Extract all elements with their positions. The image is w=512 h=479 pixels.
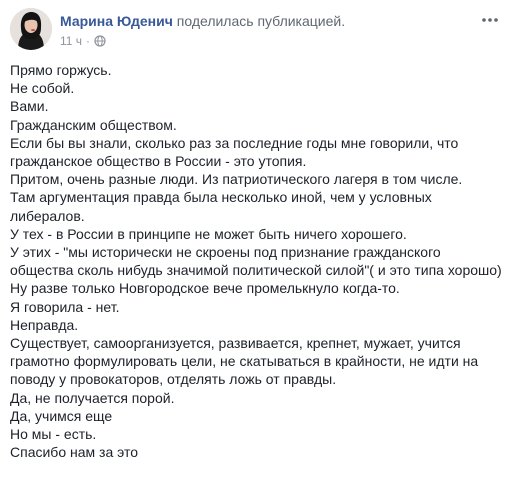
post-text-line: Я говорила - нет.: [10, 298, 120, 315]
post-timestamp[interactable]: 11 ч: [60, 34, 82, 48]
post-text-line: Не собой.: [10, 80, 75, 97]
post-text-line: Там аргументация правда была несколько и…: [10, 189, 432, 206]
post-text-line: грамотно формулировать цели, не скатыват…: [10, 353, 479, 370]
post-header: Марина Юденич поделилась публикацией. 11…: [10, 8, 502, 52]
post-text-line: поводу у провокаторов, отделять ложь от …: [10, 371, 337, 388]
post-text-line: Да, не получается порой.: [10, 389, 175, 406]
post-meta: 11 ч ·: [60, 34, 345, 48]
post-text-line: Неправда.: [10, 316, 79, 333]
more-horizontal-icon: [482, 18, 498, 22]
post-text-line: Спасибо нам за это: [10, 444, 138, 461]
post-text-line: Но мы - есть.: [10, 426, 97, 443]
post-text-line: Вами.: [10, 98, 49, 115]
post-text-line: Гражданским обществом.: [10, 116, 177, 133]
post-text-line: Если бы вы знали, сколько раз за последн…: [10, 134, 459, 151]
post-text-line: Ну разве только Новгородское вече промел…: [10, 280, 400, 297]
author-line: Марина Юденич поделилась публикацией.: [60, 12, 345, 30]
post-text-line: Притом, очень разные люди. Из патриотиче…: [10, 171, 463, 188]
globe-icon[interactable]: [94, 35, 106, 47]
header-text: Марина Юденич поделилась публикацией. 11…: [60, 12, 345, 48]
post-text-line: общества сколь нибудь значимой политичес…: [10, 262, 502, 279]
more-options-button[interactable]: [480, 12, 500, 28]
post-body: Прямо горжусь. Не собой. Вами. Гражданским …: [10, 61, 502, 461]
post-text-line: Прямо горжусь.: [10, 62, 112, 78]
author-name-link[interactable]: Марина Юденич: [60, 13, 173, 29]
avatar-image: [10, 8, 52, 50]
post-text-line: У этих - "мы исторически не скроены под …: [10, 244, 441, 261]
share-action-text: поделилась публикацией.: [172, 13, 346, 29]
meta-separator: ·: [86, 34, 91, 48]
post-text-line: Да, учимся еще: [10, 407, 113, 424]
post-text-line: У тех - в России в принципе не может быт…: [10, 225, 407, 242]
post-text-line: либералов.: [10, 207, 85, 224]
post-text-line: Существует, самоорганизуется, развиваетс…: [10, 335, 461, 352]
avatar[interactable]: [10, 8, 52, 50]
post-text-line: гражданское общество в России - это утоп…: [10, 153, 307, 170]
